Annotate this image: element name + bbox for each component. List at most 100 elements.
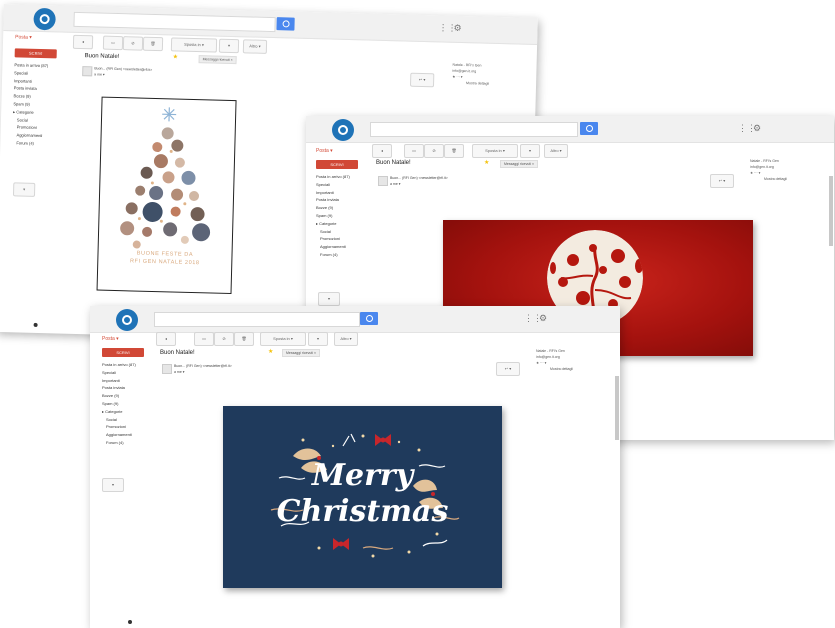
sender-line: Buon... (RFI Gen) <newsletter@rfi.it> (174, 364, 232, 368)
search-button[interactable] (580, 122, 598, 135)
inbox-label-tag[interactable]: Messaggi ricevuti × (500, 160, 539, 168)
sender-line: Buon... (RFI Gen) <newsletter@rfi.it> (390, 176, 448, 180)
contact-details-link[interactable]: Mostra dettagli (452, 80, 489, 87)
report-spam-button[interactable]: ⊘ (214, 332, 234, 346)
labels-button[interactable]: ▾ (308, 332, 328, 346)
recipient-line[interactable]: a me ▾ (94, 72, 105, 76)
chat-status-button[interactable]: ▾ (102, 478, 124, 492)
sidebar-item-starred[interactable]: Speciali (316, 181, 350, 189)
sidebar-item-important[interactable]: Importanti (316, 189, 350, 197)
back-button[interactable]: ◂ (72, 34, 94, 50)
search-input[interactable] (73, 11, 276, 33)
important-star-icon[interactable]: ★ (484, 159, 489, 166)
more-button[interactable]: Altro ▾ (242, 39, 268, 54)
sidebar-item-forums[interactable]: Forum (4) (12, 139, 46, 148)
inbox-label-tag[interactable]: Messaggi ricevuti × (198, 55, 237, 65)
sidebar-item-promotions[interactable]: Promozioni (316, 235, 350, 243)
back-button[interactable]: ◂ (372, 144, 392, 158)
scrollbar[interactable] (615, 376, 619, 440)
sidebar-item-updates[interactable]: Aggiornamenti (316, 243, 350, 251)
email-subject: Buon Natale! (84, 53, 120, 61)
merry-christmas-card: Merry Christmas (223, 406, 502, 588)
sender-line: Buon... (RFI Gen) <newsletter@rfi.it> (94, 66, 153, 72)
contact-details-link[interactable]: Mostra dettagli (750, 176, 787, 182)
compose-button[interactable]: SCRIVI (14, 48, 57, 59)
archive-button[interactable]: ▭ (194, 332, 214, 346)
sidebar-item-important[interactable]: Importanti (102, 377, 136, 385)
compose-button[interactable]: SCRIVI (102, 348, 144, 357)
sidebar-item-inbox[interactable]: Posta in arrivo (87) (316, 173, 350, 181)
sidebar-item-starred[interactable]: Speciali (102, 369, 136, 377)
contact-panel: Natale - RFI's Gen info@gen.it.org ★ ⋯ ▾… (452, 62, 490, 87)
sidebar-item-forums[interactable]: Forum (4) (316, 251, 350, 259)
move-to-button[interactable]: Sposta in ▾ (170, 37, 218, 53)
contact-details-link[interactable]: Mostra dettagli (536, 366, 573, 372)
merry-text: Merry (311, 458, 414, 493)
chat-status-button[interactable]: ▾ (318, 292, 340, 306)
sender-avatar (378, 176, 388, 186)
sidebar-item-updates[interactable]: Aggiornamenti (102, 431, 136, 439)
top-bar: ⋮⋮ ⚙ (306, 116, 834, 143)
delete-button[interactable]: 🗑 (234, 332, 254, 346)
delete-button[interactable]: 🗑 (444, 144, 464, 158)
sidebar-item-spam[interactable]: Spam (9) (316, 212, 350, 220)
inbox-label-tag[interactable]: Messaggi ricevuti × (282, 349, 321, 357)
email-subject: Buon Natale! (160, 350, 195, 356)
important-star-icon[interactable]: ★ (173, 53, 179, 60)
sidebar-item-inbox[interactable]: Posta in arrivo (87) (102, 361, 136, 369)
back-button[interactable]: ◂ (156, 332, 176, 346)
move-to-button[interactable]: Sposta in ▾ (260, 332, 306, 346)
sidebar-item-spam[interactable]: Spam (9) (102, 400, 136, 408)
sidebar-item-forums[interactable]: Forum (4) (102, 439, 136, 447)
sidebar-item-social[interactable]: Social (316, 228, 350, 236)
sidebar-item-sent[interactable]: Posta inviata (316, 196, 350, 204)
reply-button[interactable]: ↩ ▾ (710, 174, 734, 188)
labels-button[interactable]: ▾ (520, 144, 540, 158)
scrollbar[interactable] (829, 176, 833, 246)
labels-button[interactable]: ▾ (218, 38, 240, 54)
recipient-line[interactable]: a me ▾ (174, 370, 185, 374)
settings-gear-icon[interactable]: ⚙ (753, 123, 761, 134)
settings-gear-icon[interactable]: ⚙ (539, 313, 547, 324)
sidebar-item-categories[interactable]: ▸ Categorie (102, 408, 136, 416)
important-star-icon[interactable]: ★ (268, 348, 273, 355)
sidebar-item-drafts[interactable]: Bozze (9) (102, 392, 136, 400)
christmas-text: Christmas (276, 494, 449, 529)
email-window-3: ⋮⋮ ⚙ Posta ▾ SCRIVI Posta in arrivo (87)… (90, 306, 620, 628)
search-button[interactable] (360, 312, 378, 325)
search-input[interactable] (154, 312, 360, 327)
more-button[interactable]: Altro ▾ (544, 144, 568, 158)
sidebar-item-sent[interactable]: Posta inviata (102, 384, 136, 392)
report-spam-button[interactable]: ⊘ (122, 36, 144, 51)
page-indicator (33, 322, 38, 327)
reply-button[interactable]: ↩ ▾ (409, 72, 435, 88)
reply-button[interactable]: ↩ ▾ (496, 362, 520, 376)
sidebar-item-categories[interactable]: ▸ Categorie (316, 220, 350, 228)
sidebar-item-social[interactable]: Social (102, 416, 136, 424)
top-bar: ⋮⋮ ⚙ (90, 306, 620, 333)
app-logo-icon (116, 309, 138, 331)
brand-menu[interactable]: Posta ▾ (15, 34, 32, 40)
brand-menu[interactable]: Posta ▾ (316, 148, 333, 154)
report-spam-button[interactable]: ⊘ (424, 144, 444, 158)
more-button[interactable]: Altro ▾ (334, 332, 358, 346)
sender-avatar (162, 364, 172, 374)
page-indicator (128, 620, 132, 624)
sidebar-nav: Posta in arrivo (87) Speciali Importanti… (12, 61, 48, 148)
sidebar-item-promotions[interactable]: Promozioni (102, 423, 136, 431)
chat-status-button[interactable]: ▾ (12, 182, 36, 197)
move-to-button[interactable]: Sposta in ▾ (472, 144, 518, 158)
archive-button[interactable]: ▭ (102, 35, 124, 51)
compose-button[interactable]: SCRIVI (316, 160, 358, 169)
sidebar-item-drafts[interactable]: Bozze (9) (316, 204, 350, 212)
search-button[interactable] (276, 17, 295, 31)
sidebar-nav: Posta in arrivo (87) Speciali Importanti… (102, 361, 136, 447)
recipient-line[interactable]: a me ▾ (390, 182, 401, 186)
archive-button[interactable]: ▭ (404, 144, 424, 158)
search-input[interactable] (370, 122, 578, 137)
settings-gear-icon[interactable]: ⚙ (453, 23, 461, 34)
snowflake-icon (162, 107, 177, 122)
photo-circles (120, 127, 211, 249)
delete-button[interactable]: 🗑 (142, 36, 164, 52)
brand-menu[interactable]: Posta ▾ (102, 336, 119, 342)
